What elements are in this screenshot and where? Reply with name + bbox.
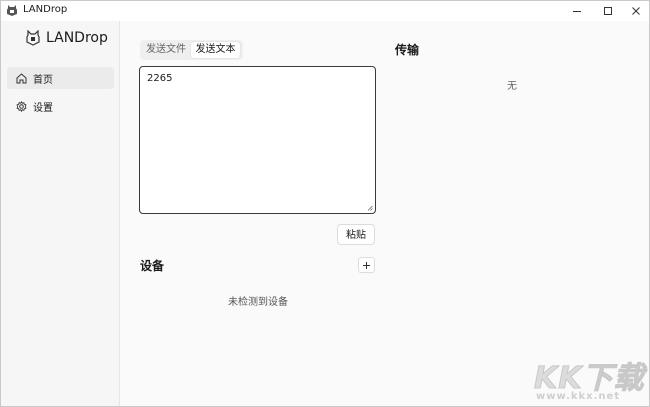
transfers-empty-text: 无 [507,81,517,92]
transfers-heading: 传输 [395,43,420,57]
app-logo-icon [7,5,17,16]
sidebar: LANDrop 首页 设置 [1,21,120,406]
watermark-url: www.kkx.net [536,391,621,402]
watermark: KK下载 www.kkx.net [532,353,648,405]
app-window: LANDrop LANDrop 首页 设置 发送文件 发送文本 2265 粘贴 … [0,0,650,407]
sidebar-item-label: 设置 [33,102,53,114]
paste-button[interactable]: 粘贴 [337,224,375,245]
minimize-button[interactable] [562,1,592,21]
maximize-button[interactable] [593,1,623,21]
send-text-value: 2265 [147,73,173,84]
home-icon [16,72,27,83]
brand: LANDrop [26,30,108,46]
window-title: LANDrop [23,4,68,15]
devices-heading: 设备 [140,259,165,273]
sidebar-item-home[interactable]: 首页 [7,67,114,89]
minimize-icon [573,11,581,12]
devices-empty-text: 未检测到设备 [228,297,288,308]
resize-grip-icon[interactable] [367,205,373,211]
send-text-input[interactable]: 2265 [139,66,376,214]
plus-icon [363,261,370,269]
add-device-button[interactable] [358,257,375,273]
tab-send-file[interactable]: 发送文件 [144,42,188,58]
send-mode-tabs: 发送文件 发送文本 [140,40,243,60]
brand-name: LANDrop [46,30,108,46]
tab-send-text[interactable]: 发送文本 [191,42,240,58]
close-button[interactable] [621,1,649,21]
gear-icon [16,100,27,112]
close-icon [632,7,640,15]
sidebar-item-label: 首页 [33,74,53,86]
title-bar[interactable]: LANDrop [1,1,649,21]
app-logo-icon [26,30,40,46]
maximize-icon [604,7,612,15]
sidebar-item-settings[interactable]: 设置 [7,95,114,117]
